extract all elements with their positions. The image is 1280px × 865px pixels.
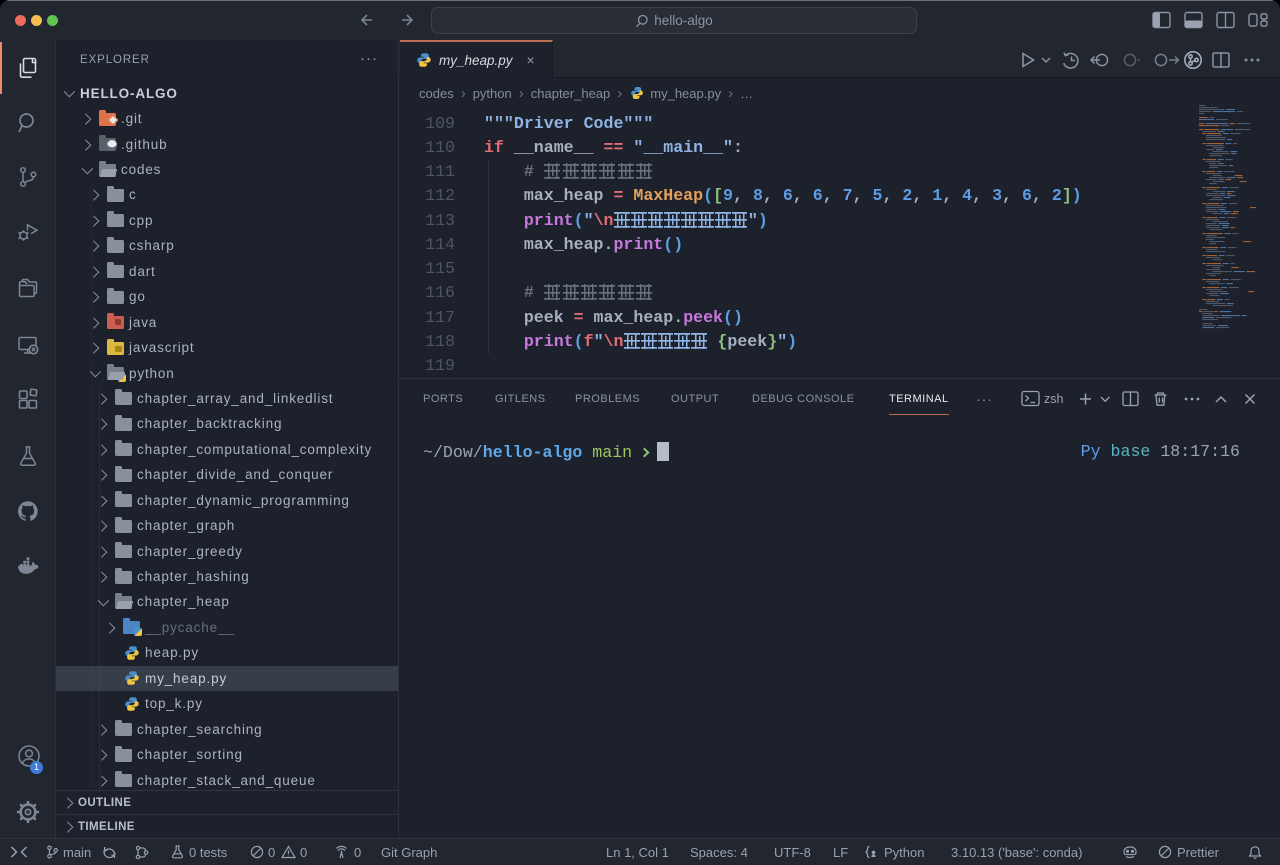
- svg-text:zsh: zsh: [1044, 392, 1064, 406]
